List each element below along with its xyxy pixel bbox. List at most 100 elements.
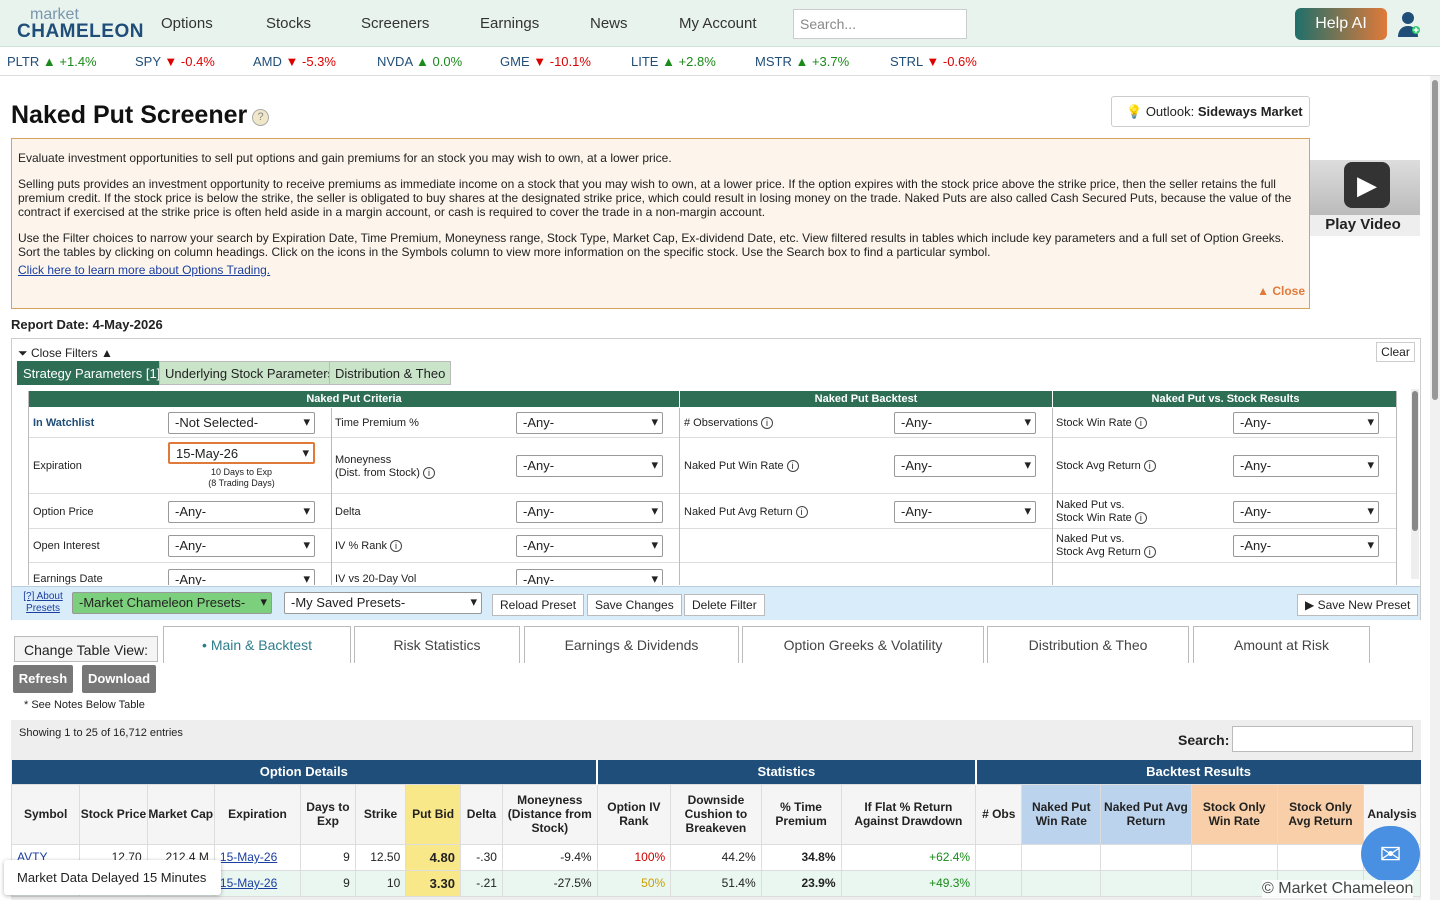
logo[interactable]: market CHAMELEON [17, 6, 143, 42]
column-header[interactable]: Stock Only Win Rate [1190, 783, 1278, 845]
stock-win-rate-label: Stock Win Rate i [1056, 417, 1147, 430]
nav-my-account[interactable]: My Account [679, 15, 757, 32]
ticker-change: +1.4% [59, 54, 97, 69]
watchlist-select[interactable]: -Not Selected- [168, 412, 315, 434]
column-header[interactable]: # Obs [975, 783, 1023, 845]
tab-earnings-dividends[interactable]: Earnings & Dividends [524, 626, 739, 663]
ticker-item[interactable]: LITE ▲ +2.8% [631, 54, 716, 69]
tab-risk-statistics[interactable]: Risk Statistics [354, 626, 520, 663]
delete-filter-button[interactable]: Delete Filter [684, 594, 765, 616]
ticker-item[interactable]: NVDA ▲ 0.0% [377, 54, 462, 69]
learn-more-link[interactable]: Click here to learn more about Options T… [18, 263, 270, 277]
stock-win-rate-select[interactable]: -Any- [1233, 412, 1379, 434]
site-search-input[interactable]: Search... [793, 9, 967, 39]
option-price-select[interactable]: -Any- [168, 501, 315, 523]
column-header[interactable]: % Time Premium [760, 783, 842, 845]
table-view-tabs: Change Table View: • Main & Backtest Ris… [11, 626, 1421, 664]
column-header[interactable]: Naked Put Avg Return [1100, 783, 1192, 845]
ticker-item[interactable]: STRL ▼ -0.6% [890, 54, 977, 69]
npvs-avg-select[interactable]: -Any- [1233, 535, 1379, 557]
tab-amount-at-risk[interactable]: Amount at Risk [1193, 626, 1370, 663]
reload-preset-button[interactable]: Reload Preset [492, 594, 585, 616]
save-changes-button[interactable]: Save Changes [587, 594, 682, 616]
ticker-item[interactable]: PLTR ▲ +1.4% [7, 54, 97, 69]
column-header[interactable]: Expiration [213, 783, 302, 845]
ticker-item[interactable]: SPY ▼ -0.4% [135, 54, 215, 69]
nav-stocks[interactable]: Stocks [266, 15, 311, 32]
time-premium-label: Time Premium % [335, 417, 419, 429]
play-icon[interactable]: ▶ [1344, 162, 1390, 208]
nav-earnings[interactable]: Earnings [480, 15, 539, 32]
page-scrollbar[interactable] [1430, 76, 1440, 900]
column-header[interactable]: If Flat % Return Against Drawdown [840, 783, 977, 845]
expiration-select[interactable]: 15-May-26 [168, 442, 315, 464]
column-header[interactable]: Stock Only Avg Return [1276, 783, 1365, 845]
observations-select[interactable]: -Any- [894, 412, 1036, 434]
nav-news[interactable]: News [590, 15, 628, 32]
column-header[interactable]: Days to Exp [300, 783, 356, 845]
earnings-date-select[interactable]: -Any- [168, 569, 315, 585]
tab-option-greeks[interactable]: Option Greeks & Volatility [742, 626, 984, 663]
column-header[interactable]: Market Cap [146, 783, 215, 845]
ticker-change: +2.8% [678, 54, 716, 69]
outlook-label: Outlook: [1145, 104, 1195, 119]
column-header[interactable]: Downside Cushion to Breakeven [670, 783, 762, 845]
np-win-rate-select[interactable]: -Any- [894, 455, 1036, 477]
table-cell: -27.5% [501, 869, 598, 897]
close-filters-toggle[interactable]: ⏷ Close Filters ▲ [18, 346, 113, 361]
mc-presets-select[interactable]: -Market Chameleon Presets- [72, 592, 272, 614]
moneyness-select[interactable]: -Any- [516, 455, 663, 477]
help-ai-button[interactable]: Help AI [1295, 8, 1387, 40]
tab-strategy-parameters[interactable]: Strategy Parameters [1] [17, 361, 167, 385]
column-header[interactable]: Strike [354, 783, 407, 845]
table-row[interactable]: AVTY 12.70 212.4 M 15-May-26 9 12.50 4.80 -.30-… [10, 843, 1421, 871]
mail-icon[interactable]: ✉ [1361, 826, 1420, 882]
tab-distribution-theo[interactable]: Distribution & Theo [329, 361, 452, 385]
logo-line2: CHAMELEON [17, 21, 144, 42]
about-presets-link[interactable]: [?] About Presets [20, 591, 66, 615]
column-header[interactable]: Symbol [10, 783, 81, 845]
my-presets-select[interactable]: -My Saved Presets- [284, 592, 482, 614]
ticker-item[interactable]: GME ▼ -10.1% [500, 54, 591, 69]
column-header[interactable]: Moneyness (Distance from Stock) [501, 783, 598, 845]
ticker-item[interactable]: MSTR ▲ +3.7% [755, 54, 849, 69]
video-widget[interactable]: ▶ Play Video [1310, 160, 1420, 236]
ticker-change: -0.4% [180, 54, 215, 69]
table-cell[interactable]: 15-May-26 [213, 843, 302, 871]
table-search-input[interactable] [1232, 726, 1413, 752]
ticker-item[interactable]: AMD ▼ -5.3% [253, 54, 336, 69]
npvs-win-select[interactable]: -Any- [1233, 501, 1379, 523]
delta-select[interactable]: -Any- [516, 501, 663, 523]
np-avg-return-select[interactable]: -Any- [894, 501, 1036, 523]
help-question-icon[interactable]: ? [252, 109, 269, 126]
column-header[interactable]: Put Bid [405, 783, 461, 845]
iv-rank-select[interactable]: -Any- [516, 535, 663, 557]
nav-screeners[interactable]: Screeners [361, 15, 429, 32]
save-new-preset-button[interactable]: ▶ Save New Preset [1297, 594, 1419, 616]
outlook-badge[interactable]: 💡 Outlook: Sideways Market [1111, 96, 1310, 127]
user-icon[interactable] [1397, 10, 1421, 38]
scrollbar-thumb[interactable] [1412, 391, 1418, 531]
time-premium-select[interactable]: -Any- [516, 412, 663, 434]
refresh-button[interactable]: Refresh [13, 665, 73, 693]
column-header[interactable]: Naked Put Win Rate [1021, 783, 1102, 845]
stock-avg-return-select[interactable]: -Any- [1233, 455, 1379, 477]
nav-options[interactable]: Options [161, 15, 213, 32]
column-header[interactable]: Delta [459, 783, 503, 845]
tab-distribution-theo-view[interactable]: Distribution & Theo [987, 626, 1189, 663]
iv-20day-select[interactable]: -Any- [516, 569, 663, 585]
column-header[interactable]: Stock Price [79, 783, 148, 845]
play-video-label[interactable]: Play Video [1310, 216, 1416, 233]
table-cell[interactable]: 15-May-26 [213, 869, 302, 897]
clear-button[interactable]: Clear [1376, 342, 1415, 362]
table-row[interactable]: 15-May-26 9 10 3.30 -.21 -27.5% 50% 51.4% 23.9% +… [10, 869, 1421, 897]
close-description-link[interactable]: ▲ Close [1257, 284, 1305, 298]
column-header[interactable]: Option IV Rank [596, 783, 672, 845]
filter-scrollbar[interactable] [1411, 389, 1419, 579]
tab-underlying-stock-parameters[interactable]: Underlying Stock Parameters [159, 361, 341, 385]
open-interest-select[interactable]: -Any- [168, 535, 315, 557]
tab-main-backtest[interactable]: • Main & Backtest [163, 626, 351, 663]
scrollbar-thumb[interactable] [1432, 80, 1438, 400]
results-area: Showing 1 to 25 of 16,712 entries Search… [10, 720, 1421, 900]
download-button[interactable]: Download [82, 665, 156, 693]
